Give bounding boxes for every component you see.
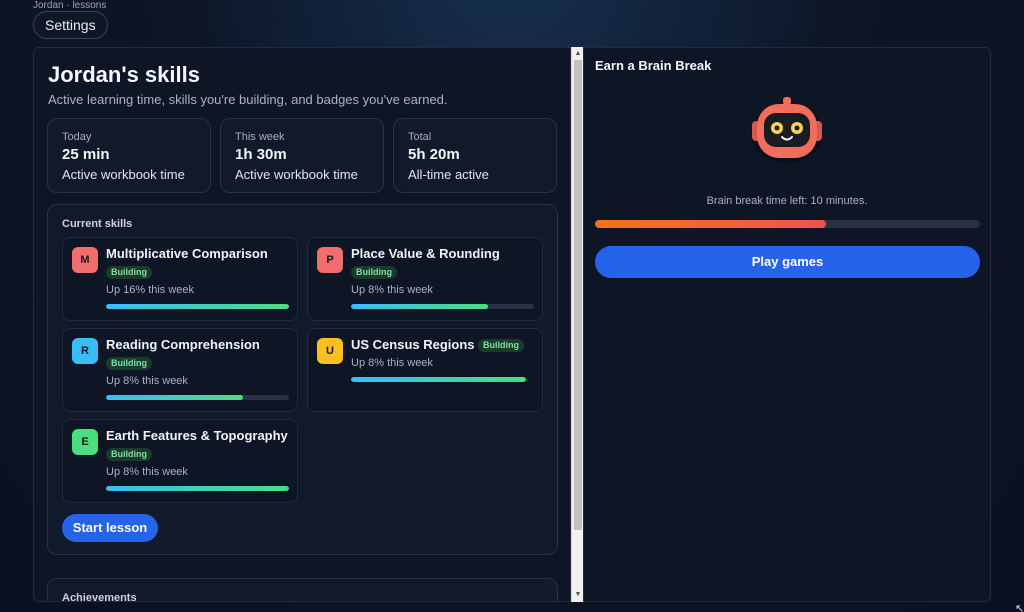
skill-letter-icon: E xyxy=(72,429,98,455)
robot-mascot-icon xyxy=(751,97,823,163)
section-heading: Current skills xyxy=(62,218,133,230)
skill-letter-icon: R xyxy=(72,338,98,364)
status-badge: Building xyxy=(478,339,524,352)
breadcrumb: Jordan · lessons xyxy=(33,0,107,11)
brain-break-progress-bar xyxy=(595,220,980,228)
stat-desc: Active workbook time xyxy=(62,167,185,182)
skill-name: Multiplicative Comparison xyxy=(106,246,268,261)
scroll-thumb[interactable] xyxy=(574,60,582,530)
skill-change: Up 8% this week xyxy=(351,284,433,296)
skill-name: US Census Regions xyxy=(351,337,475,352)
skill-card[interactable]: R Reading Comprehension Building Up 8% t… xyxy=(62,328,298,412)
stat-label: This week xyxy=(235,131,285,143)
skill-name: Reading Comprehension xyxy=(106,337,260,352)
skill-progress-bar xyxy=(351,304,534,309)
skill-card[interactable]: U US Census Regions Building Up 8% this … xyxy=(307,328,543,412)
stat-card-today: Today 25 min Active workbook time xyxy=(47,118,211,193)
skill-progress-bar xyxy=(106,395,289,400)
progress-fill xyxy=(106,486,289,491)
skill-card[interactable]: E Earth Features & Topography Building U… xyxy=(62,419,298,503)
stat-desc: All-time active xyxy=(408,167,489,182)
section-heading: Achievements xyxy=(62,592,137,602)
skill-progress-bar xyxy=(106,304,289,309)
skill-name: Place Value & Rounding xyxy=(351,246,500,261)
skill-name: Earth Features & Topography xyxy=(106,428,288,443)
mouse-cursor-icon: ↖ xyxy=(1015,603,1024,612)
stat-card-week: This week 1h 30m Active workbook time xyxy=(220,118,384,193)
skill-progress-bar xyxy=(106,486,289,491)
progress-fill xyxy=(595,220,826,228)
status-badge: Building xyxy=(106,357,152,370)
skill-card[interactable]: M Multiplicative Comparison Building Up … xyxy=(62,237,298,321)
stat-value: 25 min xyxy=(62,146,110,163)
skill-change: Up 8% this week xyxy=(351,357,433,369)
progress-fill xyxy=(351,304,489,309)
status-badge: Building xyxy=(106,448,152,461)
skill-letter-icon: P xyxy=(317,247,343,273)
start-lesson-button[interactable]: Start lesson xyxy=(62,514,158,542)
brain-break-panel: Earn a Brain Break Brain break time left… xyxy=(583,47,991,602)
settings-button[interactable]: Settings xyxy=(33,11,108,39)
skill-letter-icon: M xyxy=(72,247,98,273)
skill-change: Up 8% this week xyxy=(106,466,188,478)
status-badge: Building xyxy=(106,266,152,279)
scrollbar[interactable]: ▲ ▼ xyxy=(571,47,583,602)
page-subtitle: Active learning time, skills you're buil… xyxy=(48,92,448,107)
stat-label: Today xyxy=(62,131,92,143)
stat-value: 1h 30m xyxy=(235,146,287,163)
skill-progress-bar xyxy=(351,377,526,382)
stat-card-total: Total 5h 20m All-time active xyxy=(393,118,557,193)
play-games-button[interactable]: Play games xyxy=(595,246,980,278)
progress-fill xyxy=(106,304,289,309)
skill-change: Up 8% this week xyxy=(106,375,188,387)
progress-fill xyxy=(106,395,244,400)
status-badge: Building xyxy=(351,266,397,279)
page-title: Jordan's skills xyxy=(48,62,200,87)
progress-fill xyxy=(351,377,526,382)
brain-break-time-left: Brain break time left: 10 minutes. xyxy=(706,195,868,207)
skill-letter-icon: U xyxy=(317,338,343,364)
achievements-section: Achievements xyxy=(47,578,558,602)
stat-value: 5h 20m xyxy=(408,146,460,163)
skill-card[interactable]: P Place Value & Rounding Building Up 8% … xyxy=(307,237,543,321)
stat-desc: Active workbook time xyxy=(235,167,358,182)
skill-change: Up 16% this week xyxy=(106,284,195,296)
brain-break-title: Earn a Brain Break xyxy=(595,58,712,73)
skills-panel: Jordan's skills Active learning time, sk… xyxy=(33,47,571,602)
stat-label: Total xyxy=(408,131,432,143)
current-skills-section: Current skills M Multiplicative Comparis… xyxy=(47,204,558,555)
